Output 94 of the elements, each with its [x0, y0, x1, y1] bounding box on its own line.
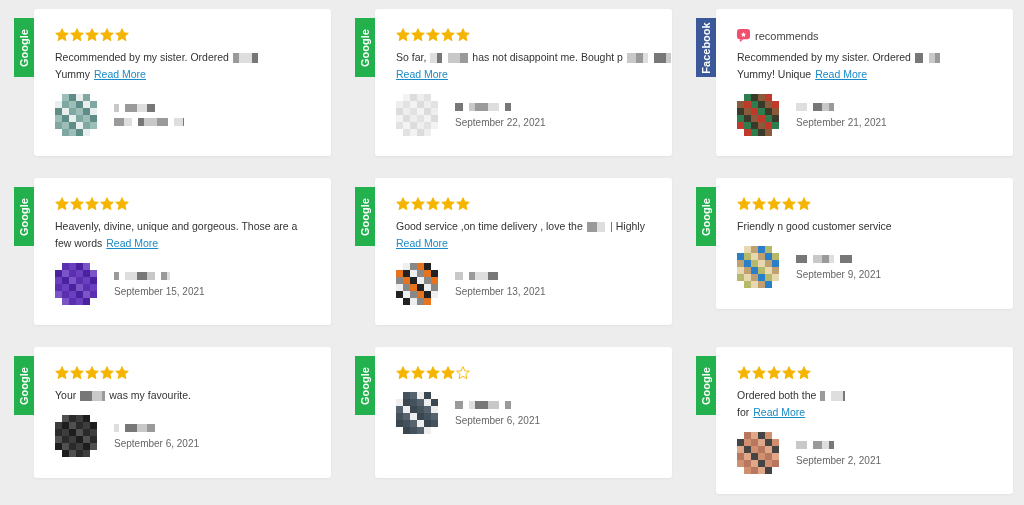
review-text: Highly	[615, 219, 645, 234]
redacted-name-drawing	[114, 271, 170, 280]
star-icon	[55, 28, 69, 42]
review-text: Your	[55, 388, 77, 403]
star-icon	[396, 366, 410, 380]
redacted-name-drawing	[114, 104, 157, 112]
review-text: was my favourite.	[109, 388, 191, 403]
redacted-text-drawing	[626, 52, 671, 63]
recommend-icon	[737, 29, 750, 42]
source-tag: Google	[696, 187, 716, 246]
star-icon	[782, 366, 796, 380]
star-icon	[100, 366, 114, 380]
redacted-text-drawing	[914, 52, 940, 63]
review-text: Friendly n good customer service	[737, 219, 892, 234]
star-icon	[115, 197, 129, 211]
star-icon	[411, 197, 425, 211]
review-text: Ordered both the	[737, 388, 817, 403]
star-icon	[456, 28, 470, 42]
star-icon	[767, 197, 781, 211]
source-tag: Google	[355, 18, 375, 77]
star-icon	[426, 366, 440, 380]
star-icon	[411, 28, 425, 42]
star-icon	[752, 197, 766, 211]
star-icon	[55, 197, 69, 211]
review-text: has not disappoint me. Bought p	[472, 50, 623, 65]
review-date: September 21, 2021	[796, 116, 887, 128]
star-icon	[115, 366, 129, 380]
star-icon	[100, 28, 114, 42]
redacted-text-drawing	[820, 390, 846, 401]
star-icon	[85, 197, 99, 211]
star-icon	[55, 366, 69, 380]
read-more-link[interactable]: Read More	[753, 404, 806, 421]
star-icon	[85, 366, 99, 380]
review-date: September 15, 2021	[114, 285, 205, 297]
star-icon	[441, 366, 455, 380]
star-icon	[396, 28, 410, 42]
read-more-link[interactable]: Read More	[815, 66, 868, 83]
redacted-name-drawing	[796, 254, 852, 263]
review-text: Heavenly, divine, unique and gorgeous. Those are a	[55, 219, 298, 234]
source-tag: Facebook	[696, 18, 716, 77]
redacted-date-drawing	[114, 118, 184, 126]
star-icon	[70, 197, 84, 211]
star-icon	[797, 197, 811, 211]
star-icon	[456, 197, 470, 211]
star-icon	[797, 366, 811, 380]
redacted-name-drawing	[455, 102, 511, 111]
read-more-link[interactable]: Read More	[396, 66, 448, 83]
source-tag: Google	[696, 356, 716, 415]
redacted-text-drawing	[430, 52, 469, 63]
review-text: So far,	[396, 50, 427, 65]
redacted-name-drawing	[114, 423, 157, 432]
recommendation-label: recommends	[755, 29, 819, 42]
review-date: September 6, 2021	[455, 414, 541, 426]
source-tag: Google	[14, 18, 34, 77]
review-date: September 13, 2021	[455, 285, 546, 297]
star-icon	[441, 197, 455, 211]
star-icon	[426, 197, 440, 211]
read-more-link[interactable]: Read More	[106, 235, 159, 252]
star-icon	[782, 197, 796, 211]
star-icon	[737, 366, 751, 380]
source-tag: Google	[14, 187, 34, 246]
star-icon	[426, 28, 440, 42]
review-text: for	[737, 405, 750, 420]
redacted-name-drawing	[455, 271, 498, 280]
star-icon	[752, 366, 766, 380]
review-text: Good service ,on time delivery , love the	[396, 219, 583, 234]
review-text: Recommended by my sister. Ordered	[737, 50, 911, 65]
review-text: few words	[55, 236, 103, 251]
star-icon	[100, 197, 114, 211]
redacted-text-drawing	[586, 221, 612, 232]
review-text: Yummy	[55, 67, 90, 82]
star-icon	[411, 366, 425, 380]
redacted-text-drawing	[232, 52, 258, 63]
star-icon	[85, 28, 99, 42]
review-date: September 6, 2021	[114, 437, 200, 449]
star-icon	[70, 28, 84, 42]
review-date: September 22, 2021	[455, 116, 546, 128]
read-more-link[interactable]: Read More	[396, 235, 448, 252]
review-text: Recommended by my sister. Ordered	[55, 50, 229, 65]
star-icon	[767, 366, 781, 380]
star-icon	[441, 28, 455, 42]
review-date: September 9, 2021	[796, 268, 882, 280]
source-tag: Google	[355, 187, 375, 246]
review-date: September 2, 2021	[796, 454, 882, 466]
read-more-link[interactable]: Read More	[94, 66, 146, 83]
source-tag: Google	[355, 356, 375, 415]
star-icon	[737, 197, 751, 211]
redacted-name-drawing	[455, 400, 511, 409]
review-text: Yummy! Unique	[737, 67, 812, 82]
star-icon	[396, 197, 410, 211]
star-icon	[70, 366, 84, 380]
star-icon	[115, 28, 129, 42]
redacted-text-drawing	[80, 390, 106, 401]
source-tag: Google	[14, 356, 34, 415]
